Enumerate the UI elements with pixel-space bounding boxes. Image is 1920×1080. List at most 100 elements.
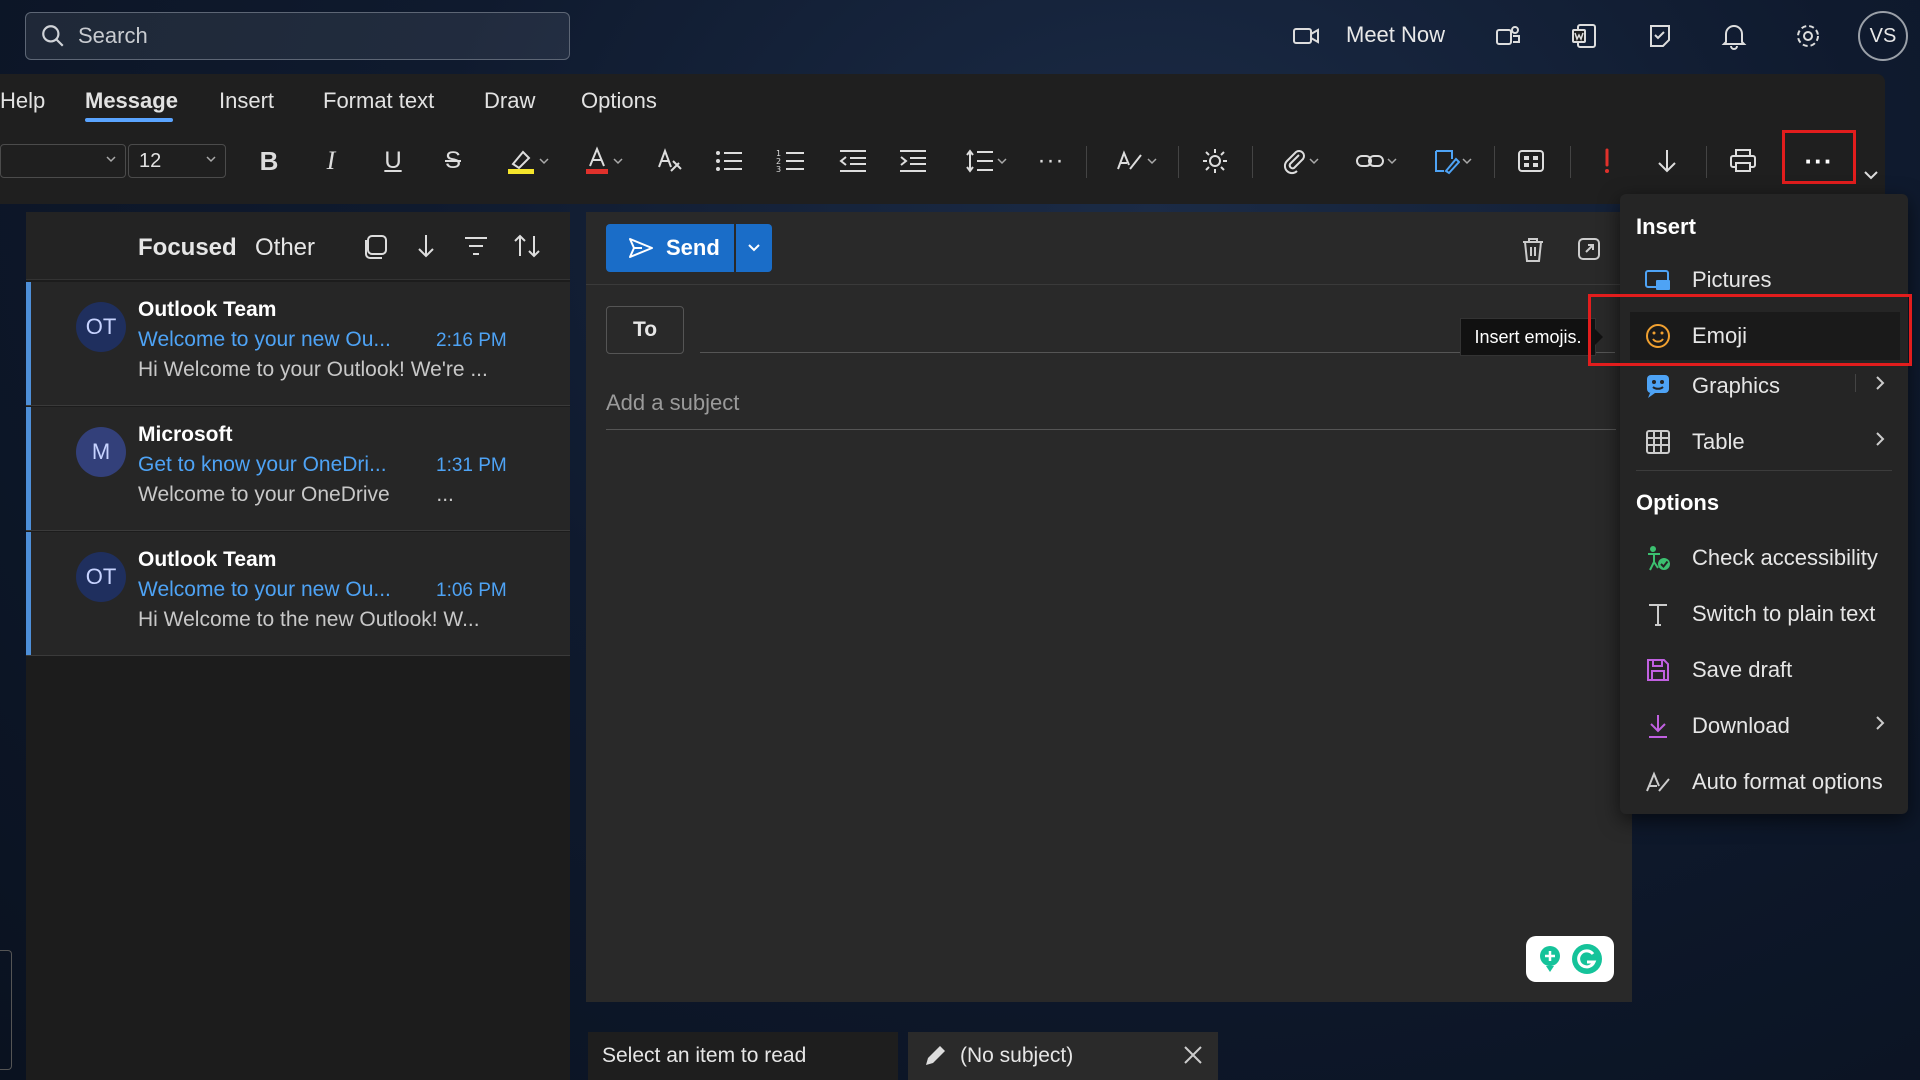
more-horizontal-icon: ··· xyxy=(1037,147,1065,174)
chevron-down-icon xyxy=(537,155,551,167)
menu-item-label: Graphics xyxy=(1692,373,1781,398)
font-color-button[interactable] xyxy=(576,140,632,182)
to-button[interactable]: To xyxy=(606,306,684,354)
menu-item-save-draft[interactable]: Save draft xyxy=(1630,646,1900,694)
chevron-down-icon xyxy=(746,242,762,254)
bold-button[interactable]: B xyxy=(252,140,286,182)
strikethrough-button[interactable]: S xyxy=(436,140,470,182)
insert-link-button[interactable] xyxy=(1348,140,1406,182)
menu-item-auto-format-options[interactable]: Auto format options xyxy=(1630,758,1900,806)
highlight-button[interactable] xyxy=(498,140,558,182)
close-draft-tab-icon[interactable] xyxy=(1182,1044,1204,1066)
link-icon xyxy=(1355,151,1385,171)
chevron-right-icon xyxy=(1874,714,1886,732)
mail-time: 1:06 PM xyxy=(436,580,507,601)
send-options-button[interactable] xyxy=(736,224,772,272)
editor-button[interactable] xyxy=(1108,140,1166,182)
numbering-button[interactable]: 123 xyxy=(774,140,808,182)
tab-focused[interactable]: Focused xyxy=(138,234,237,262)
menu-item-label: Switch to plain text xyxy=(1692,601,1876,626)
graphics-icon xyxy=(1636,372,1680,400)
select-all-icon[interactable] xyxy=(362,232,390,260)
bullets-button[interactable] xyxy=(712,140,746,182)
menu-item-download[interactable]: Download xyxy=(1630,702,1900,750)
low-importance-button[interactable] xyxy=(1650,140,1684,182)
tab-insert[interactable]: Insert xyxy=(219,88,274,114)
font-size-value: 12 xyxy=(139,149,162,172)
increase-indent-button[interactable] xyxy=(896,140,930,182)
notification-bell-icon[interactable] xyxy=(1712,14,1756,58)
clear-formatting-button[interactable] xyxy=(652,140,686,182)
decrease-indent-icon xyxy=(838,148,868,174)
bold-icon: B xyxy=(259,145,279,176)
clear-formatting-icon xyxy=(655,147,683,175)
bullet-list-icon xyxy=(714,148,744,174)
menu-heading-options: Options xyxy=(1636,490,1720,515)
line-spacing-button[interactable] xyxy=(958,140,1016,182)
subject-input[interactable]: Add a subject xyxy=(606,390,1616,430)
grammarly-tip-icon xyxy=(1536,944,1564,974)
ribbon-expand-button[interactable] xyxy=(1860,160,1882,190)
immersive-reader-button[interactable] xyxy=(1198,140,1232,182)
reading-pane-tab[interactable]: Select an item to read xyxy=(588,1032,898,1080)
jump-to-icon[interactable] xyxy=(414,232,438,260)
mail-subject: Welcome to your new Ou... xyxy=(138,578,391,601)
mail-subject: Get to know your OneDri... xyxy=(138,453,387,476)
chevron-down-icon xyxy=(611,155,625,167)
more-options-highlight xyxy=(1782,130,1856,184)
teams-icon[interactable] xyxy=(1486,14,1530,58)
filter-icon[interactable] xyxy=(462,234,490,258)
tasks-icon[interactable] xyxy=(1638,14,1682,58)
unread-indicator xyxy=(26,532,31,655)
search-input[interactable]: Search xyxy=(25,12,570,60)
tab-message[interactable]: Message xyxy=(85,88,178,114)
underline-icon: U xyxy=(384,147,402,174)
settings-gear-icon[interactable] xyxy=(1786,14,1830,58)
tab-options[interactable]: Options xyxy=(581,88,657,114)
menu-item-table[interactable]: Table xyxy=(1630,418,1900,466)
mail-preview: Welcome to your OneDrive ... xyxy=(138,483,454,506)
italic-button[interactable]: I xyxy=(314,140,348,182)
attach-file-button[interactable] xyxy=(1272,140,1330,182)
discard-trash-icon[interactable] xyxy=(1520,236,1546,264)
pop-out-icon[interactable] xyxy=(1576,236,1602,262)
high-importance-button[interactable] xyxy=(1590,140,1624,182)
toolbar-divider xyxy=(1570,146,1571,178)
sender-avatar: OT xyxy=(76,302,126,352)
sort-icon[interactable] xyxy=(512,232,542,260)
tab-other[interactable]: Other xyxy=(255,234,315,262)
mail-list-item[interactable]: OT Outlook Team Welcome to your new Ou..… xyxy=(26,282,570,406)
menu-item-label: Download xyxy=(1692,713,1790,738)
font-size-select[interactable]: 12 xyxy=(128,144,226,178)
send-button[interactable]: Send xyxy=(606,224,734,272)
compose-divider xyxy=(586,284,1632,285)
decrease-indent-button[interactable] xyxy=(836,140,870,182)
signature-button[interactable] xyxy=(1424,140,1482,182)
draft-tab[interactable]: (No subject) xyxy=(908,1032,1218,1080)
tab-help[interactable]: Help xyxy=(0,88,45,114)
menu-heading-insert: Insert xyxy=(1636,214,1696,239)
print-button[interactable] xyxy=(1726,140,1760,182)
tab-format-text[interactable]: Format text xyxy=(323,88,434,114)
menu-item-label: Check accessibility xyxy=(1692,545,1878,570)
pencil-icon xyxy=(922,1043,948,1069)
menu-item-switch-to-plain-text[interactable]: Switch to plain text xyxy=(1630,590,1900,638)
mail-list-item[interactable]: OT Outlook Team Welcome to your new Ou..… xyxy=(26,532,570,656)
font-family-select[interactable] xyxy=(0,144,126,178)
underline-button[interactable]: U xyxy=(376,140,410,182)
menu-item-graphics[interactable]: Graphics xyxy=(1630,362,1900,410)
menu-item-check-accessibility[interactable]: Check accessibility xyxy=(1630,534,1900,582)
chevron-right-icon xyxy=(1874,430,1886,448)
send-label: Send xyxy=(666,235,720,260)
apps-button[interactable] xyxy=(1514,140,1548,182)
word-icon[interactable] xyxy=(1562,14,1606,58)
tab-draw[interactable]: Draw xyxy=(484,88,535,114)
grammarly-widget[interactable] xyxy=(1526,936,1614,982)
auto-format-icon xyxy=(1636,769,1680,795)
more-formatting-button[interactable]: ··· xyxy=(1034,140,1068,182)
mail-list-item[interactable]: M Microsoft Get to know your OneDri... 1… xyxy=(26,407,570,531)
account-avatar[interactable]: VS xyxy=(1858,11,1908,61)
plain-text-icon xyxy=(1636,601,1680,627)
meet-now-button[interactable]: Meet Now xyxy=(1346,22,1445,48)
meet-now-camera-icon[interactable] xyxy=(1284,14,1328,58)
